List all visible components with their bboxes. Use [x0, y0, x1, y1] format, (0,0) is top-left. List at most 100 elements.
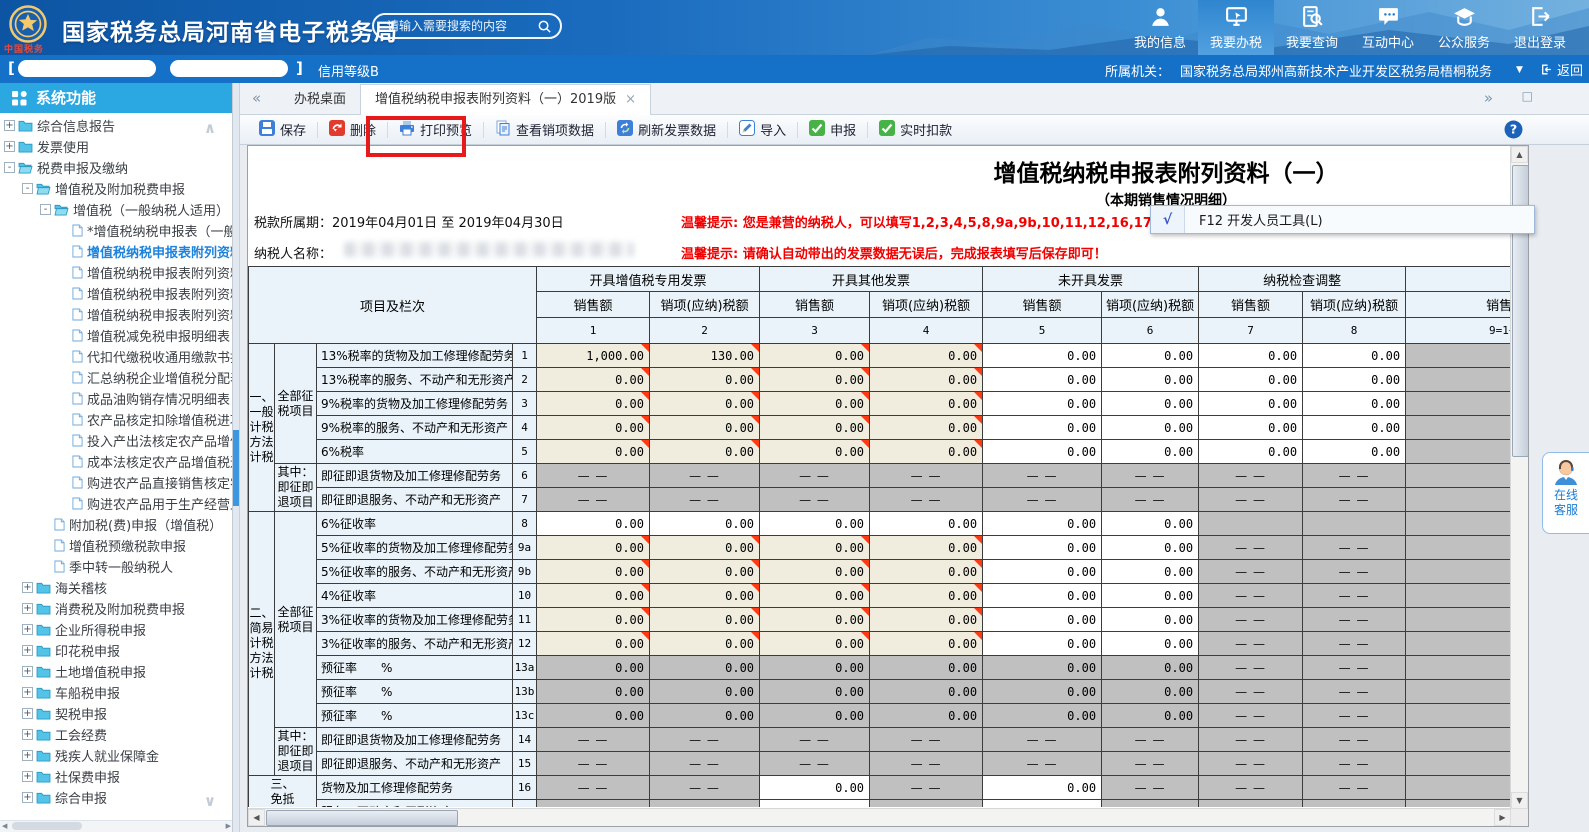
grid-cell-input[interactable]: 130.00: [650, 344, 760, 368]
grid-cell-input[interactable]: 0.00: [983, 368, 1102, 392]
scroll-left-icon[interactable]: ◀: [248, 809, 265, 826]
scroll-right-icon[interactable]: ▶: [1494, 809, 1511, 826]
grid-cell-input[interactable]: 0.00: [1102, 632, 1199, 656]
context-menu-item-devtools[interactable]: F12 开发人员工具(L): [1199, 210, 1323, 229]
grid-cell-input[interactable]: 0.00: [870, 560, 983, 584]
grid-cell-input[interactable]: 0.00: [870, 344, 983, 368]
grid-cell-input[interactable]: 0.00: [870, 416, 983, 440]
grid-cell-input[interactable]: 0.00: [537, 416, 650, 440]
sidebar-item[interactable]: +发票使用: [0, 136, 232, 157]
grid-cell-input[interactable]: 0.00: [1199, 368, 1303, 392]
help-icon[interactable]: ?: [1504, 120, 1523, 139]
grid-cell-input[interactable]: 0.00: [870, 512, 983, 536]
expand-icon[interactable]: +: [22, 645, 33, 656]
grid-cell-input[interactable]: 0.00: [983, 776, 1102, 800]
expand-icon[interactable]: +: [22, 750, 33, 761]
sidebar-item[interactable]: +企业所得税申报: [0, 619, 232, 640]
sidebar-item[interactable]: 投入产出法核定农产品增值: [0, 430, 232, 451]
grid-cell-input[interactable]: 0.00: [870, 440, 983, 464]
expand-icon[interactable]: +: [22, 771, 33, 782]
nav-item-person[interactable]: 我的信息: [1122, 0, 1198, 55]
grid-cell-input[interactable]: 0.00: [1102, 608, 1199, 632]
sidebar-item[interactable]: 附加税(费)申报（增值税）: [0, 514, 232, 535]
grid-cell-input[interactable]: 0.00: [650, 368, 760, 392]
grid-cell-input[interactable]: 0.00: [760, 392, 870, 416]
grid-cell-input[interactable]: 0.00: [1199, 344, 1303, 368]
hscroll-thumb[interactable]: [266, 810, 458, 826]
sidebar-item[interactable]: +工会经费: [0, 724, 232, 745]
expand-icon[interactable]: +: [4, 141, 15, 152]
search-icon[interactable]: [537, 19, 552, 34]
collapse-icon[interactable]: -: [22, 183, 33, 194]
sidebar-item[interactable]: 成品油购销存情况明细表: [0, 388, 232, 409]
grid-cell-input[interactable]: 0.00: [537, 440, 650, 464]
grid-cell-input[interactable]: 0.00: [760, 512, 870, 536]
grid-cell-input[interactable]: 0.00: [983, 560, 1102, 584]
sidebar-item[interactable]: 增值税纳税申报表附列资料: [0, 304, 232, 325]
sidebar-item[interactable]: 购进农产品用于生产经营且: [0, 493, 232, 514]
grid-cell-input[interactable]: 0.00: [870, 392, 983, 416]
sidebar-item[interactable]: 购进农产品直接销售核定农: [0, 472, 232, 493]
grid-cell-input[interactable]: 0.00: [760, 344, 870, 368]
grid-cell-input[interactable]: 0.00: [870, 536, 983, 560]
toolbar-button-docs[interactable]: 查看销项数据: [486, 118, 603, 142]
sidebar-item[interactable]: +契税申报: [0, 703, 232, 724]
grid-cell-input[interactable]: 0.00: [983, 800, 1102, 808]
grid-cell-input[interactable]: 0.00: [760, 800, 870, 808]
expand-icon[interactable]: +: [22, 582, 33, 593]
sidebar-item[interactable]: 季中转一般纳税人: [0, 556, 232, 577]
grid-cell-input[interactable]: 0.00: [1102, 512, 1199, 536]
nav-item-chat[interactable]: 互动中心: [1350, 0, 1426, 55]
grid-cell-input[interactable]: 0.00: [760, 440, 870, 464]
grid-cell-input[interactable]: 0.00: [1102, 416, 1199, 440]
grid-cell-input[interactable]: 0.00: [870, 368, 983, 392]
tab-close-icon[interactable]: ×: [625, 92, 636, 107]
toolbar-button-import[interactable]: 导入: [730, 118, 795, 142]
grid-cell-input[interactable]: 0.00: [537, 536, 650, 560]
tree-hscroll-thumb[interactable]: [12, 822, 82, 830]
sidebar-item[interactable]: 代扣代缴税收通用缴款书抵: [0, 346, 232, 367]
sidebar-item[interactable]: +社保费申报: [0, 766, 232, 787]
grid-cell-input[interactable]: 0.00: [650, 440, 760, 464]
grid-cell-input[interactable]: 0.00: [537, 512, 650, 536]
sidebar-item[interactable]: 增值税减免税申报明细表（: [0, 325, 232, 346]
grid-cell-input[interactable]: 0.00: [760, 632, 870, 656]
sidebar-item[interactable]: 农产品核定扣除增值税进项: [0, 409, 232, 430]
sidebar-item[interactable]: +海关稽核: [0, 577, 232, 598]
expand-icon[interactable]: +: [4, 120, 15, 131]
grid-cell-input[interactable]: 0.00: [650, 584, 760, 608]
tabs-scroll-right-icon[interactable]: »: [1484, 89, 1493, 107]
sidebar-item[interactable]: 成本法核定农产品增值税进: [0, 451, 232, 472]
toolbar-button-check[interactable]: 申报: [800, 118, 865, 142]
grid-cell-input[interactable]: 0.00: [760, 584, 870, 608]
grid-cell-input[interactable]: 0.00: [760, 368, 870, 392]
scroll-down-icon[interactable]: ▼: [1511, 792, 1528, 809]
expand-icon[interactable]: +: [22, 687, 33, 698]
sidebar-item[interactable]: +综合信息报告: [0, 115, 232, 136]
grid-cell-input[interactable]: 0.00: [650, 608, 760, 632]
grid-cell-input[interactable]: 0.00: [537, 392, 650, 416]
toolbar-button-refresh[interactable]: 刷新发票数据: [608, 118, 725, 142]
expand-icon[interactable]: +: [22, 792, 33, 803]
grid-cell-input[interactable]: 0.00: [537, 368, 650, 392]
sidebar-item[interactable]: +土地增值税申报: [0, 661, 232, 682]
grid-cell-input[interactable]: 0.00: [1102, 536, 1199, 560]
grid-cell-input[interactable]: 0.00: [983, 512, 1102, 536]
grid-cell-input[interactable]: 0.00: [1102, 344, 1199, 368]
grid-cell-input[interactable]: 0.00: [650, 512, 760, 536]
grid-cell-input[interactable]: 0.00: [1303, 416, 1406, 440]
grid-cell-input[interactable]: 0.00: [760, 416, 870, 440]
maximize-icon[interactable]: □: [1522, 89, 1533, 103]
grid-cell-input[interactable]: 0.00: [983, 632, 1102, 656]
grid-cell-input[interactable]: 0.00: [1199, 440, 1303, 464]
sidebar-item[interactable]: +印花税申报: [0, 640, 232, 661]
grid-cell-input[interactable]: 0.00: [1102, 368, 1199, 392]
expand-icon[interactable]: +: [22, 729, 33, 740]
org-dropdown-caret-icon[interactable]: ▼: [1516, 65, 1523, 75]
grid-cell-input[interactable]: 0.00: [1102, 392, 1199, 416]
grid-cell-input[interactable]: 0.00: [1199, 416, 1303, 440]
expand-icon[interactable]: +: [22, 624, 33, 635]
tree-scroll-up-icon[interactable]: ∧: [204, 119, 216, 137]
sidebar-item[interactable]: 汇总纳税企业增值税分配表: [0, 367, 232, 388]
grid-cell-input[interactable]: 0.00: [870, 608, 983, 632]
